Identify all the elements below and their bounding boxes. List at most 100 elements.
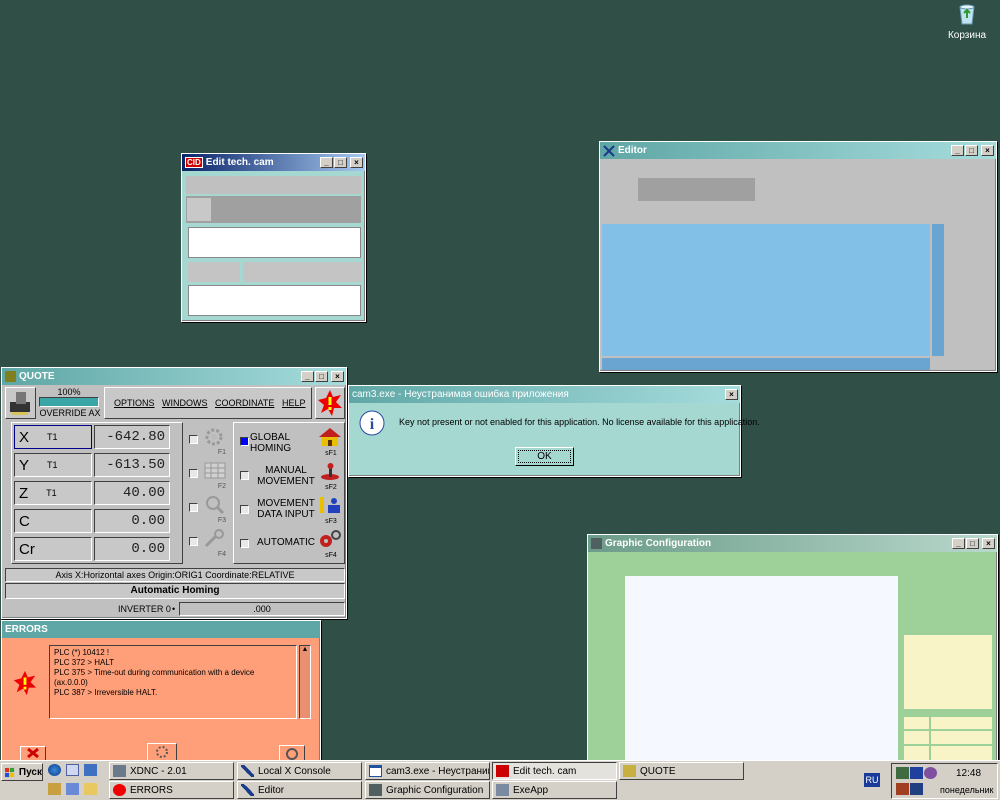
- error-dialog[interactable]: cam3.exe - Неустранимая ошибка приложени…: [348, 385, 760, 477]
- axis-row-c[interactable]: C 0.00: [14, 509, 170, 533]
- display-icon[interactable]: [910, 783, 923, 795]
- maximize-button[interactable]: □: [315, 371, 328, 382]
- mode-global-homing-checkbox[interactable]: [240, 437, 249, 446]
- mode-global-homing-label[interactable]: GLOBAL HOMING: [250, 432, 304, 454]
- menu-help[interactable]: HELP: [282, 398, 306, 408]
- axis-row-y[interactable]: Y T1 -613.50: [14, 453, 170, 477]
- menu-coordinate[interactable]: COORDINATE: [215, 398, 274, 408]
- menu-options[interactable]: OPTIONS: [114, 398, 155, 408]
- field-right[interactable]: [243, 262, 361, 282]
- sf4-button[interactable]: sF4: [318, 529, 344, 559]
- recycle-bin[interactable]: Корзина: [944, 2, 990, 42]
- sf2-button[interactable]: sF2: [318, 461, 344, 491]
- ie-icon[interactable]: [48, 764, 61, 776]
- maximize-button[interactable]: □: [966, 538, 979, 549]
- axis-row-x[interactable]: X T1 -642.80: [14, 425, 170, 449]
- f2-checkbox[interactable]: [189, 469, 198, 478]
- f4-checkbox[interactable]: [189, 537, 198, 546]
- close-button[interactable]: ×: [982, 538, 995, 549]
- f1-button[interactable]: F1: [202, 426, 228, 456]
- f3-button[interactable]: F3: [202, 494, 228, 524]
- errors-window[interactable]: ERRORS PLC (*) 10412 ! PLC 372 > HALT PL…: [1, 620, 321, 762]
- mode-manual-movement-checkbox[interactable]: [240, 471, 249, 480]
- edit-tech-cam-window[interactable]: CID Edit tech. cam _ □ ×: [181, 153, 366, 322]
- mode-manual-movement-label[interactable]: MANUAL MOVEMENT: [254, 465, 318, 487]
- desktop-icon[interactable]: [84, 764, 97, 776]
- task-quote[interactable]: QUOTE: [619, 762, 744, 780]
- clock-time[interactable]: 12:48: [956, 768, 981, 779]
- editor-titlebar[interactable]: Editor _ □ ×: [600, 142, 996, 159]
- f4-button[interactable]: F4: [202, 528, 228, 558]
- color-swatch-panel[interactable]: [904, 635, 992, 709]
- machine-button[interactable]: [5, 387, 36, 419]
- start-button[interactable]: Пуск: [1, 763, 43, 781]
- vertical-scrollbar[interactable]: [932, 224, 944, 356]
- ok-button[interactable]: OK: [515, 447, 574, 466]
- minimize-button[interactable]: _: [952, 538, 965, 549]
- close-button[interactable]: ×: [331, 371, 344, 382]
- task-editor[interactable]: Editor: [237, 781, 362, 799]
- pen-icon[interactable]: [48, 783, 61, 795]
- task-xdnc[interactable]: XDNC - 2.01: [109, 762, 234, 780]
- monitor-icon[interactable]: [910, 767, 923, 779]
- close-button[interactable]: ×: [981, 145, 994, 156]
- edit-tech-cam-titlebar[interactable]: CID Edit tech. cam _ □ ×: [182, 154, 365, 171]
- task-exeapp[interactable]: ExeApp: [492, 781, 617, 799]
- override-bar[interactable]: [39, 397, 99, 407]
- maximize-button[interactable]: □: [965, 145, 978, 156]
- volume-icon[interactable]: [896, 783, 909, 795]
- task-cam3-error[interactable]: cam3.exe - Неустранима...: [365, 762, 490, 780]
- network-icon[interactable]: [896, 767, 909, 779]
- sf3-label: sF3: [325, 518, 337, 525]
- minimize-button[interactable]: _: [301, 371, 314, 382]
- field-left[interactable]: [188, 262, 240, 282]
- editor-text-area[interactable]: [602, 224, 930, 356]
- toolbar-area: [186, 176, 361, 194]
- minimize-button[interactable]: _: [320, 157, 333, 168]
- tab-button[interactable]: [187, 198, 211, 221]
- sf3-button[interactable]: sF3: [318, 495, 344, 525]
- text-field-2[interactable]: [188, 285, 361, 316]
- language-indicator[interactable]: RU: [864, 773, 880, 787]
- maximize-button[interactable]: □: [334, 157, 347, 168]
- media-icon[interactable]: [66, 783, 79, 795]
- mode-data-input-checkbox[interactable]: [240, 505, 249, 514]
- quote-titlebar[interactable]: QUOTE _ □ ×: [2, 368, 346, 385]
- f1-checkbox[interactable]: [189, 435, 198, 444]
- mode-automatic-checkbox[interactable]: [240, 539, 249, 548]
- preview-canvas[interactable]: [625, 576, 898, 764]
- alarm-button[interactable]: [315, 387, 345, 419]
- mode-data-input-label[interactable]: MOVEMENT DATA INPUT: [254, 498, 318, 520]
- inverter-dot: •: [172, 604, 176, 614]
- task-errors[interactable]: ERRORS: [109, 781, 234, 799]
- task-local-x-console[interactable]: Local X Console: [237, 762, 362, 780]
- axis-row-cr[interactable]: Cr 0.00: [14, 537, 170, 561]
- text-field-1[interactable]: [188, 227, 361, 258]
- machine-icon: [10, 392, 30, 415]
- errors-list[interactable]: PLC (*) 10412 ! PLC 372 > HALT PLC 375 >…: [49, 645, 297, 719]
- task-edit-tech-cam[interactable]: Edit tech. cam: [492, 762, 617, 780]
- folder-icon[interactable]: [84, 783, 97, 795]
- error-dialog-titlebar[interactable]: cam3.exe - Неустранимая ошибка приложени…: [349, 386, 740, 403]
- close-button[interactable]: ×: [350, 157, 363, 168]
- f2-button[interactable]: F2: [202, 460, 228, 490]
- horizontal-scrollbar[interactable]: [602, 358, 930, 370]
- f3-checkbox[interactable]: [189, 503, 198, 512]
- quote-window[interactable]: QUOTE _ □ × 100% OVERRIDE AX OPTIONS WIN…: [1, 367, 347, 619]
- clock-sync-icon[interactable]: [924, 767, 937, 779]
- axis-row-z[interactable]: Z T1 40.00: [14, 481, 170, 505]
- menu-windows[interactable]: WINDOWS: [162, 398, 208, 408]
- task-graphic-config[interactable]: Graphic Configuration: [365, 781, 490, 799]
- close-button[interactable]: ×: [725, 389, 738, 400]
- sf1-button[interactable]: sF1: [318, 427, 344, 457]
- graphic-config-window[interactable]: Graphic Configuration _ □ ×: [587, 534, 998, 765]
- errors-titlebar[interactable]: ERRORS: [2, 621, 320, 638]
- errors-scrollbar[interactable]: ▲: [299, 645, 311, 719]
- swatch-grid[interactable]: [904, 717, 992, 765]
- mode-automatic-label[interactable]: AUTOMATIC: [254, 537, 318, 548]
- inverter-label: INVERTER 0: [118, 604, 171, 614]
- minimize-button[interactable]: _: [951, 145, 964, 156]
- editor-window[interactable]: Editor _ □ ×: [599, 141, 997, 372]
- outlook-icon[interactable]: [66, 764, 79, 776]
- graphic-config-titlebar[interactable]: Graphic Configuration _ □ ×: [588, 535, 997, 552]
